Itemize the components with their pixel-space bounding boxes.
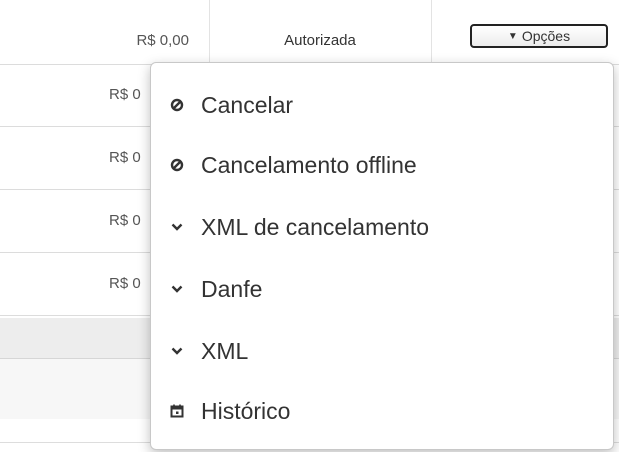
menu-item-historico[interactable]: Histórico <box>151 381 613 441</box>
menu-item-label: XML de cancelamento <box>201 213 430 240</box>
row-value: R$ 0 <box>109 86 141 103</box>
row-value: R$ 0 <box>109 275 141 292</box>
menu-item-label: Cancelamento offline <box>201 151 417 178</box>
menu-item-cancelamento-offline[interactable]: Cancelamento offline <box>151 135 613 195</box>
options-dropdown-menu: Cancelar Cancelamento offline XML de can… <box>150 62 614 450</box>
options-button[interactable]: ▼ Opções <box>470 24 608 48</box>
calendar-icon <box>167 404 187 418</box>
ban-icon <box>167 158 187 172</box>
menu-item-danfe[interactable]: Danfe <box>151 259 613 319</box>
menu-item-label: Danfe <box>201 275 263 302</box>
chevron-down-icon <box>167 285 187 293</box>
ban-icon <box>167 98 187 112</box>
menu-item-label: XML <box>201 337 249 364</box>
options-button-label: Opções <box>521 28 571 44</box>
row-value: R$ 0 <box>109 149 141 166</box>
chevron-down-icon <box>167 223 187 231</box>
caret-down-icon: ▼ <box>507 30 518 42</box>
row-value: R$ 0 <box>109 212 141 229</box>
menu-item-xml-de-cancelamento[interactable]: XML de cancelamento <box>151 197 613 257</box>
menu-item-cancelar[interactable]: Cancelar <box>151 75 613 135</box>
chevron-down-icon <box>167 347 187 355</box>
menu-item-label: Cancelar <box>201 91 294 118</box>
menu-item-label: Histórico <box>201 397 291 424</box>
menu-item-xml[interactable]: XML <box>151 321 613 381</box>
